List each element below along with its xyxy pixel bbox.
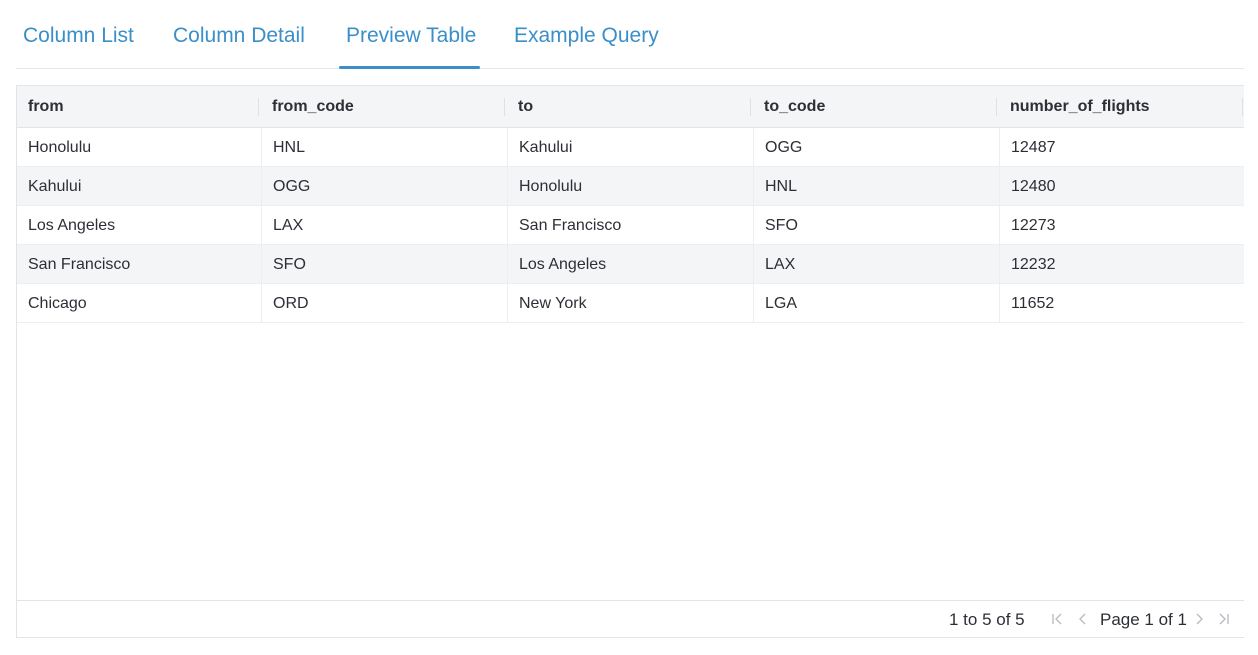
column-header-number-of-flights[interactable]: number_of_flights [999, 86, 1244, 127]
cell-to-code: HNL [753, 167, 999, 205]
tab-column-list[interactable]: Column List [23, 20, 134, 52]
page: Column List Column Detail Preview Table … [0, 0, 1258, 655]
column-header-to[interactable]: to [507, 86, 753, 127]
last-page-icon[interactable] [1217, 612, 1231, 626]
cell-to: Honolulu [507, 167, 753, 205]
table-row[interactable]: Los Angeles LAX San Francisco SFO 12273 [17, 206, 1244, 245]
cell-number-of-flights: 12273 [999, 206, 1244, 244]
table-row[interactable]: San Francisco SFO Los Angeles LAX 12232 [17, 245, 1244, 284]
cell-to: Los Angeles [507, 245, 753, 283]
first-page-icon[interactable] [1050, 612, 1064, 626]
cell-number-of-flights: 11652 [999, 284, 1244, 322]
cell-from: San Francisco [28, 256, 131, 273]
cell-to: Kahului [507, 128, 753, 166]
table-row[interactable]: Chicago ORD New York LGA 11652 [17, 284, 1244, 323]
tab-example-query[interactable]: Example Query [514, 20, 659, 52]
pagination-panel: 1 to 5 of 5 Page 1 of 1 [17, 600, 1244, 638]
cell-from-code: ORD [261, 284, 507, 322]
column-resize-handle[interactable] [258, 98, 259, 116]
cell-from: Honolulu [28, 139, 92, 156]
cell-from-code: LAX [261, 206, 507, 244]
table-row[interactable]: Kahului OGG Honolulu HNL 12480 [17, 167, 1244, 206]
column-resize-handle[interactable] [1242, 98, 1243, 116]
tab-column-detail[interactable]: Column Detail [173, 20, 305, 52]
cell-number-of-flights: 12487 [999, 128, 1244, 166]
next-page-icon[interactable] [1192, 612, 1206, 626]
cell-from-code: OGG [261, 167, 507, 205]
previous-page-icon[interactable] [1076, 612, 1090, 626]
cell-from-code: HNL [261, 128, 507, 166]
cell-to: New York [507, 284, 753, 322]
cell-from-code: SFO [261, 245, 507, 283]
row-summary: 1 to 5 of 5 [949, 610, 1025, 629]
table-header: from from_code to to_code number_of_flig… [17, 86, 1244, 128]
cell-from: Chicago [28, 295, 87, 312]
cell-to-code: SFO [753, 206, 999, 244]
cell-number-of-flights: 12480 [999, 167, 1244, 205]
cell-to: San Francisco [507, 206, 753, 244]
column-header-from[interactable]: from [17, 86, 261, 127]
column-resize-handle[interactable] [996, 98, 997, 116]
cell-from: Kahului [28, 178, 82, 195]
column-header-from-code[interactable]: from_code [261, 86, 507, 127]
page-indicator: Page 1 of 1 [1100, 610, 1187, 629]
tab-preview-table[interactable]: Preview Table [346, 20, 476, 52]
active-tab-indicator [339, 66, 480, 69]
column-resize-handle[interactable] [750, 98, 751, 116]
cell-from: Los Angeles [28, 217, 116, 234]
column-resize-handle[interactable] [504, 98, 505, 116]
table-row[interactable]: Honolulu HNL Kahului OGG 12487 [17, 128, 1244, 167]
tab-bar: Column List Column Detail Preview Table … [16, 0, 1244, 69]
cell-to-code: OGG [753, 128, 999, 166]
cell-to-code: LAX [753, 245, 999, 283]
cell-number-of-flights: 12232 [999, 245, 1244, 283]
column-header-to-code[interactable]: to_code [753, 86, 999, 127]
cell-to-code: LGA [753, 284, 999, 322]
preview-table: from from_code to to_code number_of_flig… [16, 85, 1244, 638]
